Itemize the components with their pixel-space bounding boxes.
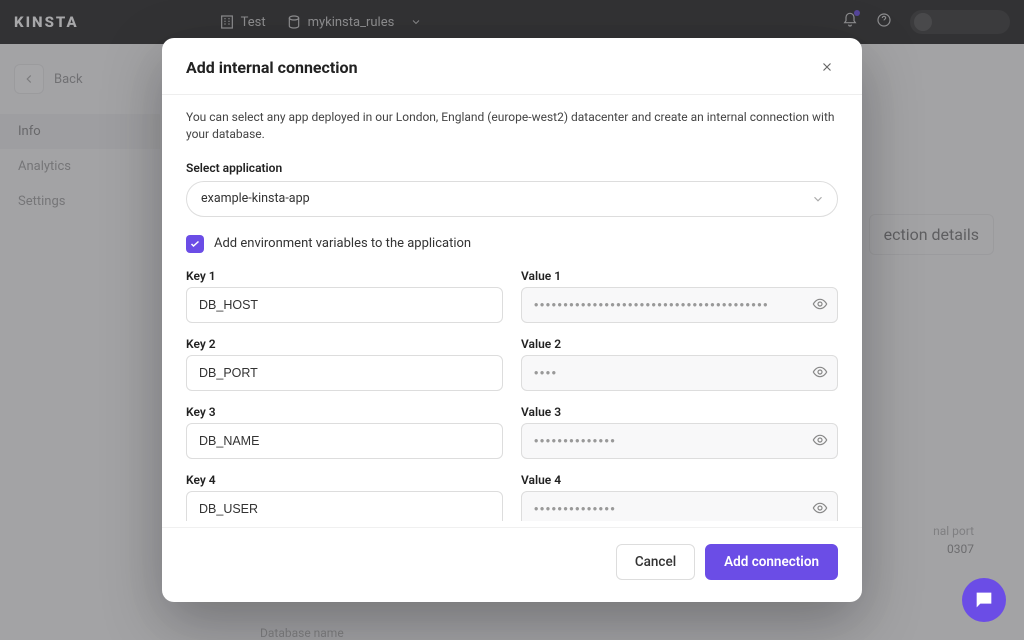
check-icon [189, 238, 201, 250]
value-label: Value 4 [521, 473, 838, 487]
intercom-launcher[interactable] [962, 578, 1006, 622]
value-label: Value 3 [521, 405, 838, 419]
eye-icon [812, 432, 828, 448]
eye-icon [812, 500, 828, 516]
modal-description: You can select any app deployed in our L… [186, 109, 838, 143]
add-connection-button[interactable]: Add connection [705, 544, 838, 580]
value-input-1[interactable] [521, 287, 838, 323]
application-select[interactable]: example-kinsta-app [186, 181, 838, 217]
modal-overlay: Add internal connection You can select a… [0, 0, 1024, 640]
value-input-4[interactable] [521, 491, 838, 521]
add-connection-modal: Add internal connection You can select a… [162, 38, 862, 602]
key-label: Key 2 [186, 337, 503, 351]
value-label: Value 1 [521, 269, 838, 283]
checkbox-label: Add environment variables to the applica… [214, 236, 471, 251]
modal-title: Add internal connection [186, 58, 358, 77]
value-input-2[interactable] [521, 355, 838, 391]
chat-icon [973, 589, 995, 611]
key-label: Key 4 [186, 473, 503, 487]
reveal-button-3[interactable] [812, 432, 828, 452]
chevron-down-icon [811, 192, 825, 206]
close-icon [820, 60, 834, 74]
close-button[interactable] [816, 56, 838, 78]
eye-icon [812, 364, 828, 380]
cancel-button[interactable]: Cancel [616, 544, 695, 580]
key-label: Key 1 [186, 269, 503, 283]
key-input-1[interactable] [186, 287, 503, 323]
select-label: Select application [186, 161, 838, 175]
key-input-3[interactable] [186, 423, 503, 459]
value-input-3[interactable] [521, 423, 838, 459]
add-env-checkbox[interactable] [186, 235, 204, 253]
eye-icon [812, 296, 828, 312]
key-input-2[interactable] [186, 355, 503, 391]
reveal-button-2[interactable] [812, 364, 828, 384]
reveal-button-1[interactable] [812, 296, 828, 316]
reveal-button-4[interactable] [812, 500, 828, 520]
select-value: example-kinsta-app [201, 191, 310, 206]
key-input-4[interactable] [186, 491, 503, 521]
value-label: Value 2 [521, 337, 838, 351]
key-label: Key 3 [186, 405, 503, 419]
